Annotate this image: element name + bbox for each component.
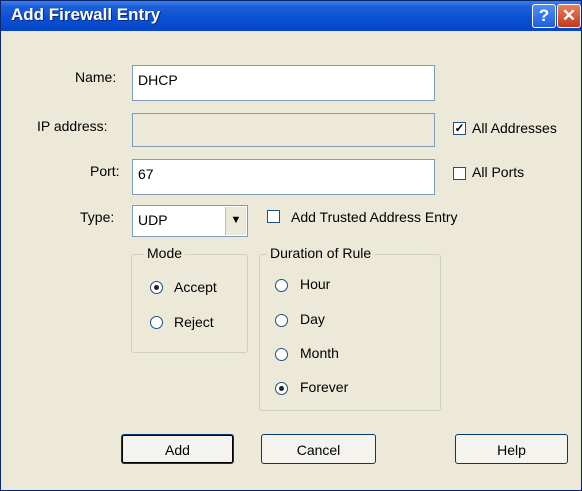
- add-button[interactable]: Add: [121, 434, 234, 464]
- trusted-address-label: Add Trusted Address Entry: [291, 209, 458, 225]
- all-addresses-label: All Addresses: [472, 120, 557, 136]
- mode-accept-label: Accept: [174, 279, 217, 295]
- all-ports-label: All Ports: [472, 164, 525, 180]
- all-addresses-checkbox[interactable]: ✓: [453, 122, 466, 135]
- type-select-value: UDP: [138, 212, 168, 228]
- duration-hour-radio[interactable]: [275, 279, 288, 292]
- duration-day-radio[interactable]: [275, 314, 288, 327]
- name-input[interactable]: DHCP: [132, 65, 435, 101]
- help-icon-button[interactable]: ?: [532, 4, 556, 28]
- title-bar[interactable]: Add Firewall Entry ? ✕: [1, 1, 581, 31]
- chevron-down-icon[interactable]: ▼: [225, 207, 246, 235]
- duration-group-title: Duration of Rule: [267, 245, 375, 261]
- type-select[interactable]: UDP ▼: [132, 205, 248, 237]
- duration-month-radio[interactable]: [275, 348, 288, 361]
- window-title: Add Firewall Entry: [11, 5, 161, 24]
- mode-accept-radio[interactable]: [150, 281, 163, 294]
- port-label: Port:: [90, 163, 120, 179]
- duration-forever-label: Forever: [300, 379, 349, 395]
- ip-address-label: IP address:: [37, 118, 108, 134]
- port-input[interactable]: 67: [132, 159, 435, 195]
- trusted-address-checkbox[interactable]: [267, 210, 280, 223]
- duration-group: Duration of Rule Hour Day Month Forever: [259, 245, 441, 411]
- mode-reject-radio[interactable]: [150, 316, 163, 329]
- cancel-button[interactable]: Cancel: [261, 434, 376, 464]
- dialog-window: Add Firewall Entry ? ✕ Name: DHCP IP add…: [0, 0, 582, 491]
- name-label: Name:: [75, 69, 117, 85]
- ip-address-input[interactable]: [132, 113, 435, 147]
- mode-group: Mode Accept Reject: [131, 245, 248, 353]
- mode-reject-label: Reject: [174, 314, 214, 330]
- help-button[interactable]: Help: [455, 434, 568, 464]
- all-ports-checkbox[interactable]: [453, 167, 466, 180]
- duration-month-label: Month: [300, 345, 339, 361]
- duration-day-label: Day: [300, 311, 325, 327]
- type-label: Type:: [80, 209, 115, 225]
- duration-forever-radio[interactable]: [275, 382, 288, 395]
- duration-hour-label: Hour: [300, 276, 331, 292]
- mode-group-title: Mode: [144, 245, 186, 261]
- close-icon-button[interactable]: ✕: [557, 4, 581, 28]
